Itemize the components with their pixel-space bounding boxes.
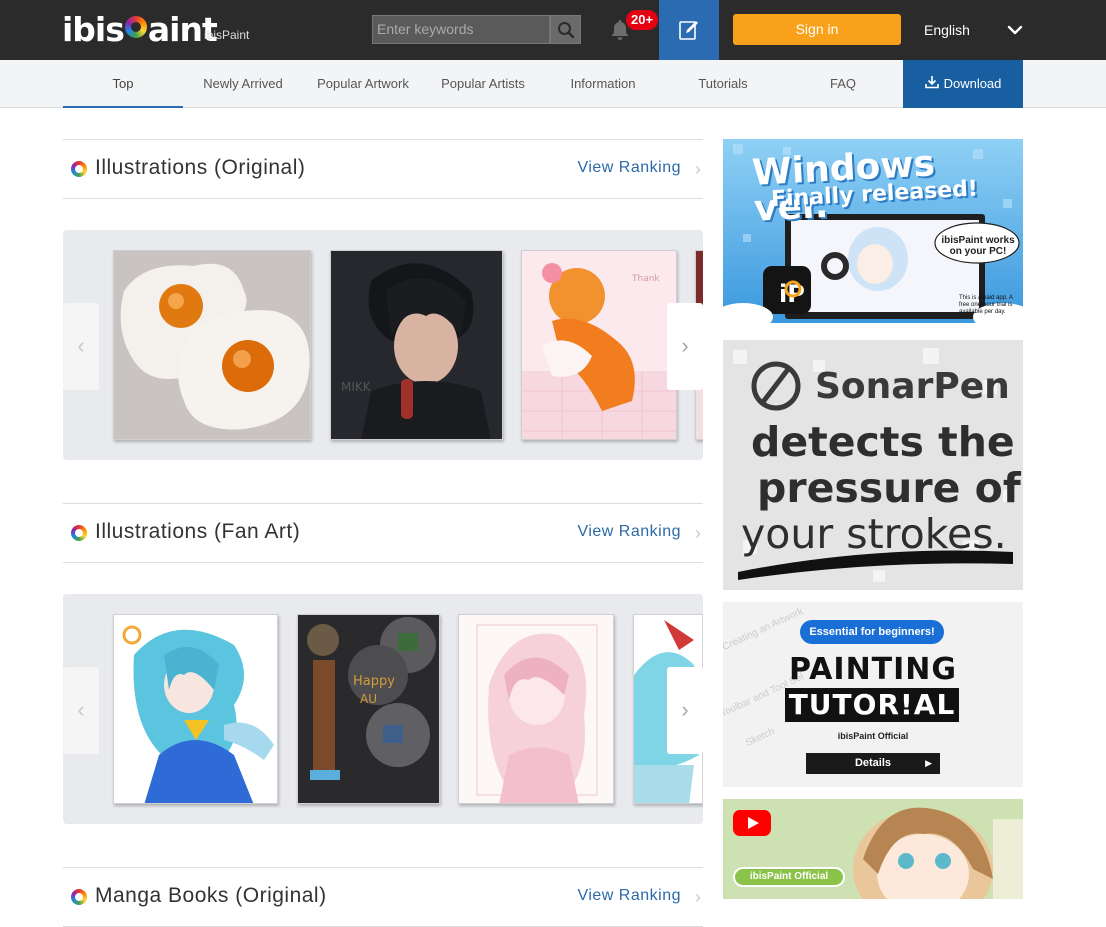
banner-pill: Essential for beginners! — [800, 620, 944, 644]
section-header-original: Illustrations (Original) View Ranking › — [63, 139, 703, 199]
artwork-image — [114, 615, 277, 803]
svg-text:Thank: Thank — [631, 274, 660, 284]
nav-popular-artwork[interactable]: Popular Artwork — [303, 60, 423, 108]
svg-text:iP: iP — [779, 280, 805, 308]
main-nav: Top Newly Arrived Popular Artwork Popula… — [0, 60, 1106, 108]
artwork-thumbnail[interactable]: Thank — [521, 250, 677, 440]
section-header-manga: Manga Books (Original) View Ranking › — [63, 867, 703, 927]
banner-byline: ibisPaint Official — [837, 731, 909, 741]
svg-text:AU: AU — [360, 692, 377, 706]
color-wheel-icon — [71, 525, 87, 541]
download-button[interactable]: Download — [903, 60, 1023, 108]
artwork-thumbnail[interactable] — [458, 614, 614, 804]
nav-information[interactable]: Information — [543, 60, 663, 108]
search-icon — [557, 21, 574, 38]
details-button[interactable]: Details ▶ — [806, 753, 940, 774]
color-wheel-icon — [71, 161, 87, 177]
view-ranking-link[interactable]: View Ranking — [577, 159, 681, 177]
top-header: ibis aint ibisPaint Enter keywords 20+ S… — [0, 0, 1106, 60]
youtube-icon — [733, 810, 771, 836]
sonarpen-banner[interactable]: SonarPen detects the pressure of your st… — [723, 340, 1023, 590]
nav-tutorials[interactable]: Tutorials — [663, 60, 783, 108]
artwork-carousel: Happy AU ‹ › — [63, 594, 703, 824]
artwork-image — [114, 251, 310, 439]
banner-bubble-text: ibisPaint works on your PC! — [941, 235, 1015, 257]
carousel-next-button[interactable]: › — [667, 303, 703, 390]
nav-newly-arrived[interactable]: Newly Arrived — [183, 60, 303, 108]
details-label: Details — [854, 757, 892, 769]
chevron-down-icon[interactable] — [1006, 21, 1024, 39]
youtube-channel-banner[interactable]: ibisPaint Official — [723, 799, 1023, 899]
post-artwork-button[interactable] — [659, 0, 719, 60]
banner-brand: SonarPen — [815, 366, 1010, 407]
svg-text:Happy: Happy — [353, 674, 395, 689]
nav-top[interactable]: Top — [63, 60, 183, 108]
play-arrow-icon: ▶ — [925, 758, 932, 768]
banner-bg-text: Sketch — [744, 726, 777, 749]
windows-version-banner[interactable]: iP Windows ver. Finally released! ibisPa… — [723, 139, 1023, 323]
section-title: Illustrations (Original) — [95, 156, 306, 179]
color-wheel-icon — [124, 16, 147, 38]
artwork-image: Happy AU — [298, 615, 439, 803]
artwork-thumbnail[interactable] — [113, 250, 311, 440]
view-ranking-link[interactable]: View Ranking — [577, 887, 681, 905]
channel-label: ibisPaint Official — [733, 867, 845, 887]
painting-tutorial-banner[interactable]: Creating an Artwork Toolbar and Tool Sel… — [723, 602, 1023, 787]
artwork-thumbnail[interactable]: MIKK — [330, 250, 503, 440]
ibispaint-logo[interactable]: ibis aint — [62, 10, 218, 49]
section-title: Illustrations (Fan Art) — [95, 520, 301, 543]
language-selector[interactable]: English — [924, 22, 970, 38]
banner-note: This is a paid app. A free one-hour tria… — [959, 295, 1013, 315]
download-icon — [924, 76, 939, 89]
banner-line: your strokes. — [741, 510, 1007, 558]
section-header-fan-art: Illustrations (Fan Art) View Ranking › — [63, 503, 703, 563]
logo-subtitle: ibisPaint — [204, 28, 250, 42]
artwork-image — [459, 615, 613, 803]
view-ranking-link[interactable]: View Ranking — [577, 523, 681, 541]
carousel-prev-button[interactable]: ‹ — [63, 303, 99, 390]
search-button[interactable] — [550, 15, 581, 44]
chevron-right-icon: › — [695, 159, 701, 179]
artwork-carousel: MIKK Thank ‹ › — [63, 230, 703, 460]
section-title: Manga Books (Original) — [95, 884, 327, 907]
chevron-right-icon: › — [695, 887, 701, 907]
notification-badge[interactable]: 20+ — [626, 10, 659, 30]
color-wheel-icon — [71, 889, 87, 905]
edit-icon — [679, 21, 698, 40]
artwork-thumbnail[interactable]: Happy AU — [297, 614, 440, 804]
download-label: Download — [943, 76, 1002, 91]
nav-faq[interactable]: FAQ — [783, 60, 903, 108]
banner-title: TUTOR!AL — [785, 688, 959, 722]
artwork-image: MIKK — [331, 251, 502, 439]
artwork-image: Thank — [522, 251, 676, 439]
banner-title: PAINTING — [788, 652, 958, 687]
svg-text:MIKK: MIKK — [341, 380, 372, 394]
carousel-prev-button[interactable]: ‹ — [63, 667, 99, 754]
logo-text-left: ibis — [62, 10, 125, 49]
chevron-right-icon: › — [695, 523, 701, 543]
nav-popular-artists[interactable]: Popular Artists — [423, 60, 543, 108]
banner-bg-text: Creating an Artwork — [723, 605, 806, 654]
artwork-thumbnail[interactable] — [113, 614, 278, 804]
banner-line: pressure of — [757, 464, 1021, 512]
sign-in-button[interactable]: Sign in — [733, 14, 901, 45]
banner-line: detects the — [751, 418, 1015, 466]
search-input[interactable]: Enter keywords — [372, 15, 550, 44]
carousel-next-button[interactable]: › — [667, 667, 703, 754]
